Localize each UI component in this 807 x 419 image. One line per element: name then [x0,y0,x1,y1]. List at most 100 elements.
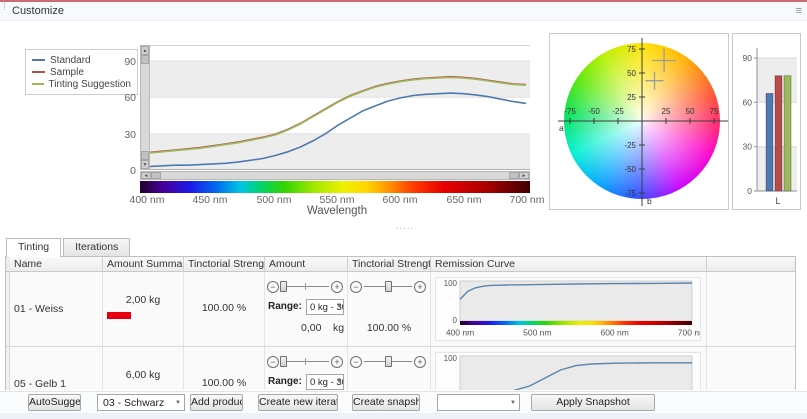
range-label: Range: [268,301,302,312]
slider-thumb[interactable] [385,356,392,367]
range-row: Range: 0 kg - 300 l ▼ [268,374,344,390]
cell-amount: − + Range: 0 kg - 300 l ▼ [264,272,347,346]
range-combobox[interactable]: 0 kg - 300 l ▼ [306,374,344,390]
svg-text:600 nm: 600 nm [600,328,628,338]
cell-ts-summary: 100.00 % [183,272,264,346]
svg-text:-75: -75 [564,107,576,116]
slider-center-tick [305,358,306,365]
svg-text:-25: -25 [624,141,636,150]
customize-toolbar: ⁞ Customize ≡ [0,0,807,21]
tinting-grid: Name Amount Summary Tinctorial Strength … [5,256,796,390]
legend-dash-tinting [32,83,44,85]
column-header-empty [706,257,795,271]
column-header-amount[interactable]: Amount [264,257,347,271]
amount-unit: kg [333,322,344,334]
scroll-thumb[interactable] [141,55,149,64]
svg-text:50: 50 [627,69,636,78]
drag-grip-icon[interactable]: ⁞ [3,4,5,12]
create-new-iteration-button[interactable]: Create new iteration [258,394,338,411]
cell-tinctorial-strength: − + 100.00 % [347,272,430,346]
legend-label: Sample [50,67,84,78]
svg-text:25: 25 [662,107,671,116]
slider-track[interactable] [281,355,329,368]
minus-icon[interactable]: − [267,281,279,293]
scroll-up-icon[interactable]: ▲ [141,46,149,55]
plus-icon[interactable]: + [331,281,343,293]
slider-track[interactable] [281,280,329,293]
slider-thumb[interactable] [385,281,392,292]
bottom-tabs: Tinting Iterations [6,238,132,257]
svg-text:-50: -50 [588,107,600,116]
amount-value[interactable]: 0,00 [301,322,321,334]
lab-color-wheel-panel: -75-50-25255075755025-25-50-75ab [549,33,729,210]
y-axis-tick: 60 [108,92,136,104]
svg-text:100: 100 [444,354,458,363]
scroll-thumb[interactable] [509,172,519,179]
amount-slider: − + [267,355,343,368]
chart-horizontal-scrollbar[interactable]: ◄ ► [140,171,530,180]
chevron-down-icon[interactable]: ▼ [336,378,342,384]
autosuggest-button[interactable]: AutoSuggest [28,394,81,411]
column-header-amount-summary[interactable]: Amount Summary [102,257,183,271]
scroll-right-icon[interactable]: ► [519,172,529,179]
product-combobox[interactable]: 03 - Schwarz ▼ [97,394,185,411]
cell-remission-curve: 1000400 nm500 nm600 nm700 nm [430,272,706,346]
ts-slider: − + [350,280,426,293]
minus-icon[interactable]: − [350,281,362,293]
snapshot-combobox[interactable]: ▼ [437,394,520,411]
app-window: ⁞ Customize ≡ Standard Sample Tinting Su… [0,0,807,419]
scroll-thumb[interactable] [151,172,161,179]
legend-item-tinting-suggestion: Tinting Suggestion [32,78,131,90]
column-header-tinctorial-strength[interactable]: Tinctorial Strength [347,257,430,271]
create-snapshot-button[interactable]: Create snapshot [352,394,420,411]
svg-text:-75: -75 [624,189,636,198]
amount-summary-value: 2,00 kg [103,294,183,306]
plus-icon[interactable]: + [331,356,343,368]
legend-dash-standard [32,59,45,61]
amount-summary-value: 6,00 kg [103,369,183,381]
minus-icon[interactable]: − [350,356,362,368]
column-header-remission-curve[interactable]: Remission Curve [430,257,706,271]
ts-summary-value: 100.00 % [184,302,264,314]
minus-icon[interactable]: − [267,356,279,368]
tab-tinting[interactable]: Tinting [6,238,61,257]
column-header-tinctorial-strength-summary[interactable]: Tinctorial Strength Su... [183,257,264,271]
table-row[interactable]: 01 - Weiss 2,00 kg 100.00 % − [6,272,795,347]
x-axis-tick: 450 nm [188,194,232,206]
slider-thumb[interactable] [280,281,287,292]
slider-track[interactable] [364,355,412,368]
overflow-menu-icon[interactable]: ≡ [796,5,802,17]
scroll-left-icon[interactable]: ◄ [141,172,151,179]
range-label: Range: [268,376,302,387]
product-name: 05 - Gelb 1 [14,378,66,390]
splitter-handle[interactable]: ····· [394,227,416,233]
svg-text:90: 90 [743,53,753,63]
svg-text:400 nm: 400 nm [446,328,474,338]
x-axis-tick: 650 nm [442,194,486,206]
add-product-button[interactable]: Add product [190,394,243,411]
scroll-down-icon[interactable]: ▼ [141,160,149,169]
cell-tinctorial-strength: − + [347,347,430,390]
svg-text:L: L [775,196,780,206]
tab-iterations[interactable]: Iterations [63,238,130,256]
remission-mini-chart: 1000400 nm500 nm600 nm700 nm [435,352,701,390]
chevron-down-icon[interactable]: ▼ [336,303,342,309]
x-axis-tick: 700 nm [505,194,549,206]
slider-thumb[interactable] [280,356,287,367]
cell-ts-summary: 100.00 % [183,347,264,390]
scroll-thumb[interactable] [141,151,149,160]
plus-icon[interactable]: + [414,281,426,293]
column-header-name[interactable]: Name [10,257,102,271]
chevron-down-icon[interactable]: ▼ [510,400,516,406]
svg-text:25: 25 [627,93,636,102]
svg-text:30: 30 [743,142,753,152]
chart-vertical-scrollbar[interactable]: ▲ ▼ [140,45,150,170]
range-combobox[interactable]: 0 kg - 300 l ▼ [306,299,344,315]
apply-snapshot-button[interactable]: Apply Snapshot [531,394,655,411]
chevron-down-icon[interactable]: ▼ [175,400,181,406]
slider-track[interactable] [364,280,412,293]
table-row[interactable]: 05 - Gelb 1 6,00 kg 100.00 % − [6,347,795,390]
plus-icon[interactable]: + [414,356,426,368]
range-row: Range: 0 kg - 300 l ▼ [268,299,344,315]
cell-name: 05 - Gelb 1 [10,347,102,390]
